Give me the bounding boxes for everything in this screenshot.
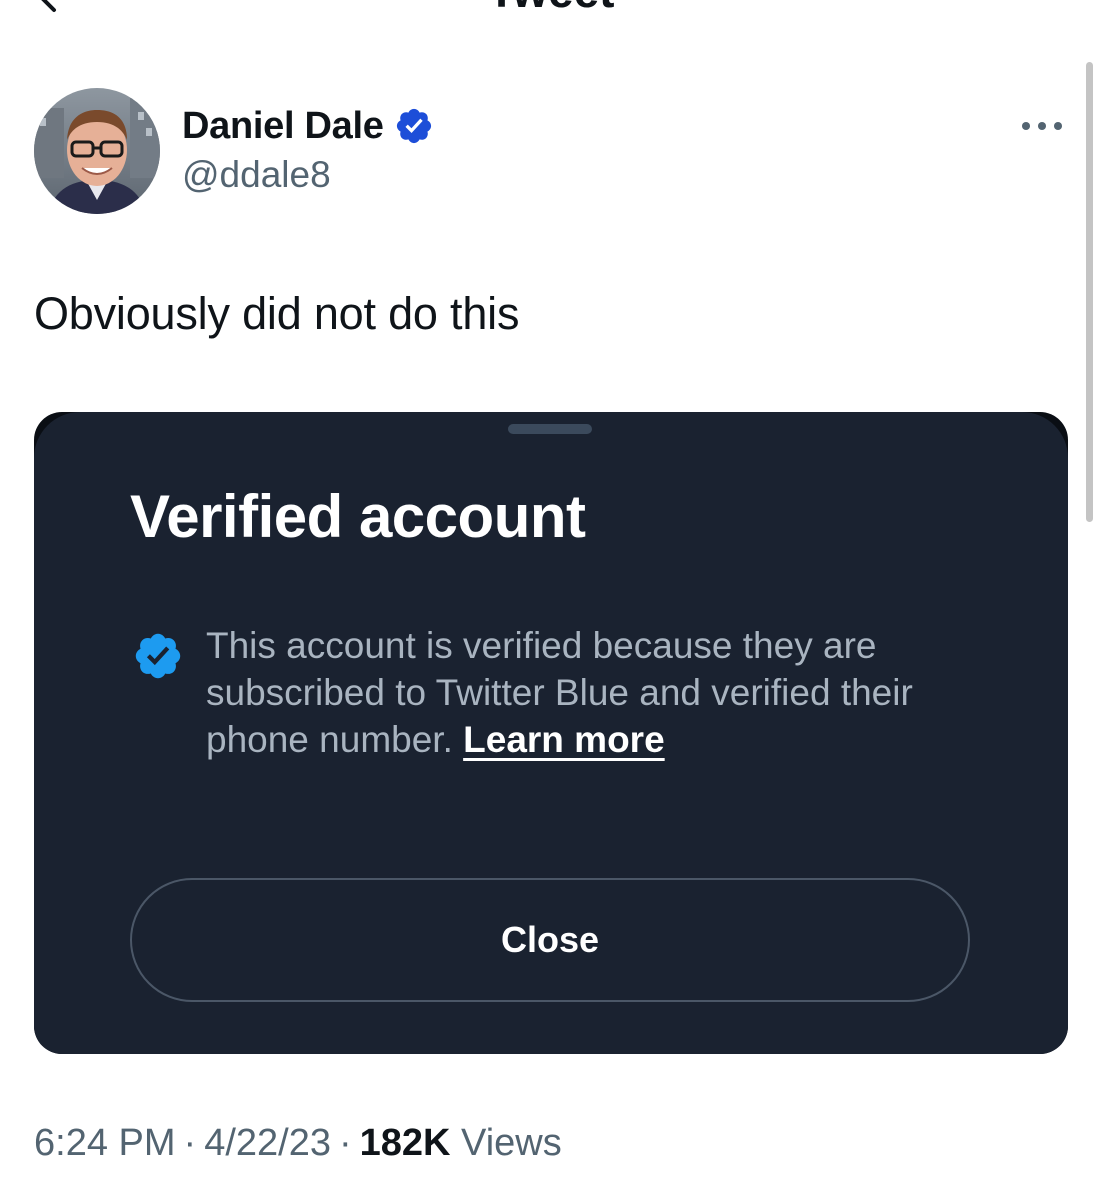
views-label[interactable]: Views [461,1122,562,1164]
author-display-name[interactable]: Daniel Dale [182,105,384,148]
avatar-photo [34,88,160,214]
verified-badge-icon[interactable] [394,106,434,146]
learn-more-link[interactable]: Learn more [463,719,665,760]
views-count[interactable]: 182K [360,1122,451,1164]
page-title: Tweet [0,0,1102,14]
embedded-screenshot[interactable]: Verified account This account is verifie… [34,412,1068,1054]
sheet-title: Verified account [130,483,586,550]
drag-handle [508,424,592,434]
meta-separator: · [338,1122,352,1164]
close-button[interactable]: Close [130,878,970,1002]
tweet-text: Obviously did not do this [34,288,520,339]
verified-badge-icon [135,633,181,679]
tweet-meta: 6:24 PM · 4/22/23 · 182K Views [34,1122,562,1165]
more-horizontal-icon[interactable] [1018,112,1066,140]
author-name-row[interactable]: Daniel Dale [182,100,434,152]
author-handle[interactable]: @ddale8 [182,154,331,196]
tweet-time: 6:24 PM [34,1122,176,1164]
scrollbar[interactable] [1086,62,1093,522]
tweet-date: 4/22/23 [204,1122,331,1164]
verified-sheet: Verified account This account is verifie… [34,412,1068,1054]
meta-separator: · [183,1122,197,1164]
top-navigation-bar: Tweet [0,0,1102,30]
verification-description: This account is verified because they ar… [206,622,996,763]
avatar[interactable] [34,88,160,214]
